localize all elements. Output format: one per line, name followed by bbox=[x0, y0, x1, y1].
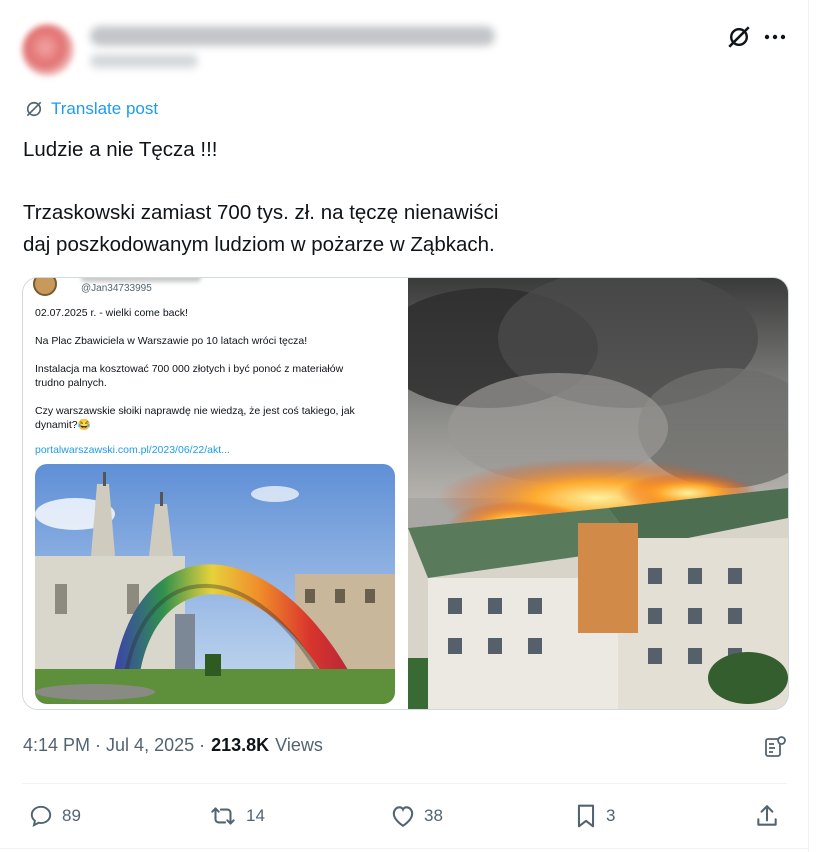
author-handle-blurred[interactable] bbox=[90, 54, 198, 68]
avatar[interactable] bbox=[22, 24, 74, 76]
repost-icon bbox=[211, 807, 235, 825]
divider bbox=[0, 848, 808, 849]
post-media[interactable]: @Jan34733995 02.07.2025 r. - wielki come… bbox=[22, 277, 789, 710]
like-count: 38 bbox=[424, 806, 443, 825]
translate-label[interactable]: Translate post bbox=[51, 99, 158, 119]
reply-count: 89 bbox=[62, 806, 81, 825]
like-button[interactable]: 38 bbox=[390, 798, 443, 834]
reply-icon bbox=[30, 805, 52, 828]
embedded-link: portalwarszawski.com.pl/2023/06/22/akt..… bbox=[35, 444, 230, 456]
post-author[interactable] bbox=[22, 18, 502, 78]
separator: · bbox=[194, 735, 206, 755]
grok-icon[interactable] bbox=[724, 22, 754, 52]
embedded-avatar bbox=[33, 278, 57, 296]
post-text: Ludzie a nie Tęcza !!! Trzaskowski zamia… bbox=[23, 138, 499, 256]
embedded-text: 02.07.2025 r. - wielki come back! Na Pla… bbox=[35, 307, 355, 431]
repost-button[interactable]: 14 bbox=[208, 798, 265, 834]
bookmark-count: 3 bbox=[606, 806, 616, 825]
action-bar: 89 14 38 3 bbox=[22, 798, 787, 834]
like-icon bbox=[392, 806, 414, 827]
share-icon bbox=[757, 805, 777, 826]
embedded-name-blurred bbox=[81, 278, 201, 282]
post-date[interactable]: Jul 4, 2025 bbox=[106, 735, 194, 756]
share-button[interactable] bbox=[754, 798, 788, 834]
post-time[interactable]: 4:14 PM bbox=[23, 735, 90, 756]
more-icon[interactable] bbox=[760, 22, 790, 52]
bookmark-button[interactable]: 3 bbox=[574, 798, 615, 834]
media-screenshot-image[interactable]: @Jan34733995 02.07.2025 r. - wielki come… bbox=[23, 278, 408, 709]
views-label: Views bbox=[275, 735, 323, 755]
repost-count: 14 bbox=[246, 806, 265, 825]
post-container: Translate post Ludzie a nie Tęcza !!! Tr… bbox=[0, 0, 809, 852]
reply-button[interactable]: 89 bbox=[28, 798, 81, 834]
analytics-icon[interactable] bbox=[760, 732, 790, 762]
translate-post-link[interactable]: Translate post bbox=[24, 99, 158, 119]
rainbow-installation-photo bbox=[35, 464, 395, 704]
post-metadata: 4:14 PM · Jul 4, 2025 · 213.8K Views bbox=[23, 735, 323, 756]
translate-icon bbox=[26, 101, 42, 117]
embedded-handle: @Jan34733995 bbox=[81, 283, 152, 294]
media-fire-photo[interactable] bbox=[408, 278, 788, 709]
author-name-blurred[interactable] bbox=[90, 26, 495, 46]
views-count: 213.8K bbox=[211, 735, 270, 755]
bookmark-icon bbox=[577, 804, 595, 828]
divider bbox=[22, 783, 787, 784]
separator: · bbox=[90, 735, 107, 755]
